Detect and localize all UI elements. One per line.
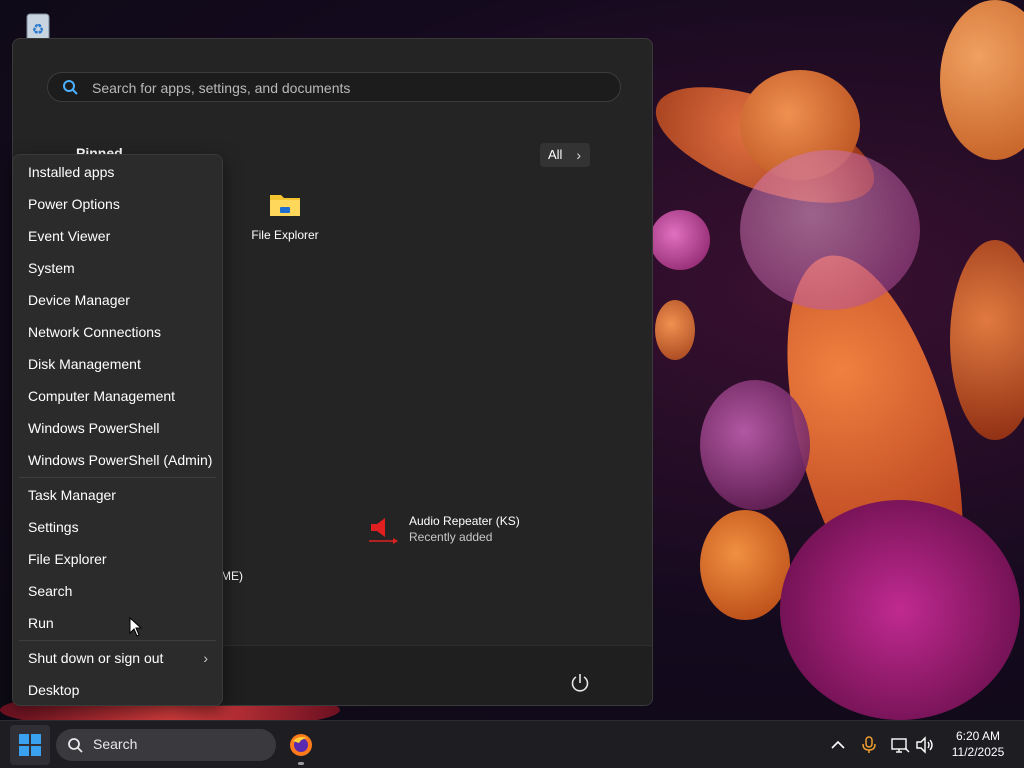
menu-item-power-options[interactable]: Power Options bbox=[13, 189, 222, 219]
menu-item-run[interactable]: Run bbox=[13, 608, 222, 638]
folder-icon bbox=[270, 195, 300, 216]
volume-icon[interactable] bbox=[915, 735, 935, 755]
menu-item-device-manager[interactable]: Device Manager bbox=[13, 285, 222, 315]
network-icon[interactable] bbox=[890, 735, 910, 755]
quick-link-menu: Installed apps Power Options Event Viewe… bbox=[12, 154, 223, 706]
speaker-icon bbox=[369, 518, 398, 544]
mouse-cursor-icon bbox=[129, 616, 143, 642]
start-button[interactable] bbox=[10, 725, 50, 765]
windows-logo-icon bbox=[19, 734, 41, 756]
partially-hidden-label: ME) bbox=[221, 569, 243, 583]
menu-item-network-connections[interactable]: Network Connections bbox=[13, 317, 222, 347]
menu-item-desktop[interactable]: Desktop bbox=[13, 675, 222, 705]
menu-item-computer-management[interactable]: Computer Management bbox=[13, 381, 222, 411]
taskbar-search-label: Search bbox=[93, 736, 138, 752]
menu-separator bbox=[19, 640, 216, 641]
menu-item-disk-management[interactable]: Disk Management bbox=[13, 349, 222, 379]
clock-time: 6:20 AM bbox=[955, 729, 1001, 743]
recommended-item-subtitle: Recently added bbox=[409, 530, 493, 544]
chevron-right-icon: › bbox=[203, 650, 208, 666]
microphone-icon[interactable] bbox=[859, 735, 879, 755]
clock-date: 11/2/2025 bbox=[951, 745, 1005, 759]
all-apps-button[interactable]: All › bbox=[540, 143, 590, 167]
menu-item-system[interactable]: System bbox=[13, 253, 222, 283]
svg-text:♻: ♻ bbox=[32, 21, 45, 37]
recommended-item-title: Audio Repeater (KS) bbox=[409, 514, 520, 528]
firefox-icon[interactable] bbox=[289, 733, 313, 757]
search-icon bbox=[67, 737, 83, 758]
recommended-item-audio-repeater[interactable]: Audio Repeater (KS) Recently added bbox=[365, 511, 565, 551]
menu-item-event-viewer[interactable]: Event Viewer bbox=[13, 221, 222, 251]
menu-item-settings[interactable]: Settings bbox=[13, 512, 222, 542]
menu-item-search[interactable]: Search bbox=[13, 576, 222, 606]
menu-item-file-explorer[interactable]: File Explorer bbox=[13, 544, 222, 574]
chevron-up-icon[interactable] bbox=[828, 735, 848, 755]
menu-item-task-manager[interactable]: Task Manager bbox=[13, 480, 222, 510]
power-button[interactable] bbox=[569, 672, 591, 694]
taskbar: Search 6:20 AM 11/2/2025 bbox=[0, 720, 1024, 768]
search-icon bbox=[62, 79, 78, 100]
menu-item-installed-apps[interactable]: Installed apps bbox=[13, 157, 222, 187]
running-app-indicator bbox=[298, 762, 304, 765]
taskbar-clock[interactable]: 6:20 AM 11/2/2025 bbox=[940, 728, 1016, 760]
power-icon bbox=[571, 674, 589, 692]
pinned-app-file-explorer[interactable]: File Explorer bbox=[235, 189, 335, 242]
menu-separator bbox=[19, 477, 216, 478]
menu-item-shut-down-or-sign-out[interactable]: Shut down or sign out › bbox=[13, 643, 222, 673]
start-search-input[interactable] bbox=[90, 77, 594, 99]
menu-item-label: Shut down or sign out bbox=[28, 650, 164, 666]
start-search-box[interactable] bbox=[47, 72, 621, 102]
all-apps-label: All bbox=[548, 147, 563, 162]
chevron-right-icon: › bbox=[576, 147, 581, 163]
menu-item-windows-powershell[interactable]: Windows PowerShell bbox=[13, 413, 222, 443]
pinned-app-label: File Explorer bbox=[251, 228, 319, 242]
taskbar-search-box[interactable]: Search bbox=[56, 729, 276, 761]
menu-item-windows-powershell-admin[interactable]: Windows PowerShell (Admin) bbox=[13, 445, 222, 475]
